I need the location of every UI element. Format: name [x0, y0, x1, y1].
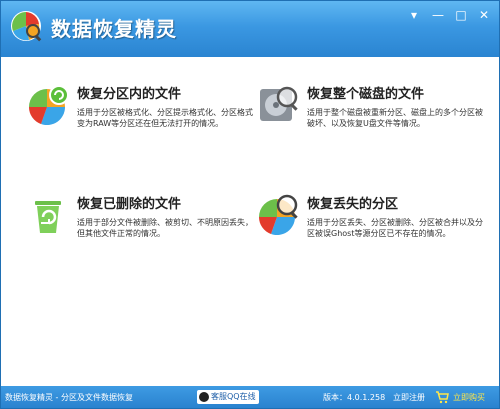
qq-support-label: 客服QQ在线: [211, 392, 256, 401]
register-link[interactable]: 立即注册: [393, 392, 425, 403]
menu-icon[interactable]: ▾: [405, 7, 423, 23]
app-window: 数据恢复精灵 ▾ — □ ✕ 恢复分区内的文件 适用于分区被格式化、分区提示格式…: [0, 0, 500, 409]
buy-link[interactable]: 立即购买: [453, 392, 485, 403]
card-title: 恢复分区内的文件: [77, 87, 182, 102]
card-description: 适用于分区丢失、分区被删除、分区被合并以及分区被误Ghost等源分区已不存在的情…: [307, 218, 483, 238]
card-title: 恢复整个磁盘的文件: [307, 87, 425, 102]
version-label: 版本：4.0.1.258: [323, 393, 386, 402]
minimize-icon[interactable]: —: [429, 7, 447, 23]
app-title: 数据恢复精灵: [51, 17, 177, 41]
recycle-bin-icon: [35, 201, 61, 233]
maximize-icon[interactable]: □: [452, 7, 470, 23]
status-bar: 数据恢复精灵 - 分区及文件数据恢复 客服QQ在线 版本：4.0.1.258 立…: [1, 386, 499, 408]
card-title: 恢复丢失的分区: [307, 197, 399, 212]
card-title: 恢复已删除的文件: [77, 197, 182, 212]
qq-support-button[interactable]: 客服QQ在线: [197, 390, 259, 404]
main-content: 恢复分区内的文件 适用于分区被格式化、分区提示格式化、分区格式变为RAW等分区还…: [1, 57, 499, 388]
title-bar[interactable]: 数据恢复精灵 ▾ — □ ✕: [1, 1, 499, 57]
card-description: 适用于整个磁盘被重新分区、磁盘上的多个分区被破坏、以及恢复U盘文件等情况。: [307, 108, 483, 128]
pie-magnifier-icon: [258, 194, 298, 236]
qq-icon: [199, 392, 209, 402]
pie-recycle-icon: [28, 85, 69, 126]
card-description: 适用于部分文件被删除、被剪切、不明原因丢失，但其他文件正常的情况。: [77, 218, 253, 238]
close-icon[interactable]: ✕: [475, 7, 493, 23]
cart-icon[interactable]: [435, 390, 449, 404]
harddisk-magnifier-icon: [260, 86, 298, 121]
app-logo-icon: [11, 11, 42, 42]
card-description: 适用于分区被格式化、分区提示格式化、分区格式变为RAW等分区还在但无法打开的情况…: [77, 108, 253, 128]
status-product: 数据恢复精灵 - 分区及文件数据恢复: [5, 393, 133, 402]
